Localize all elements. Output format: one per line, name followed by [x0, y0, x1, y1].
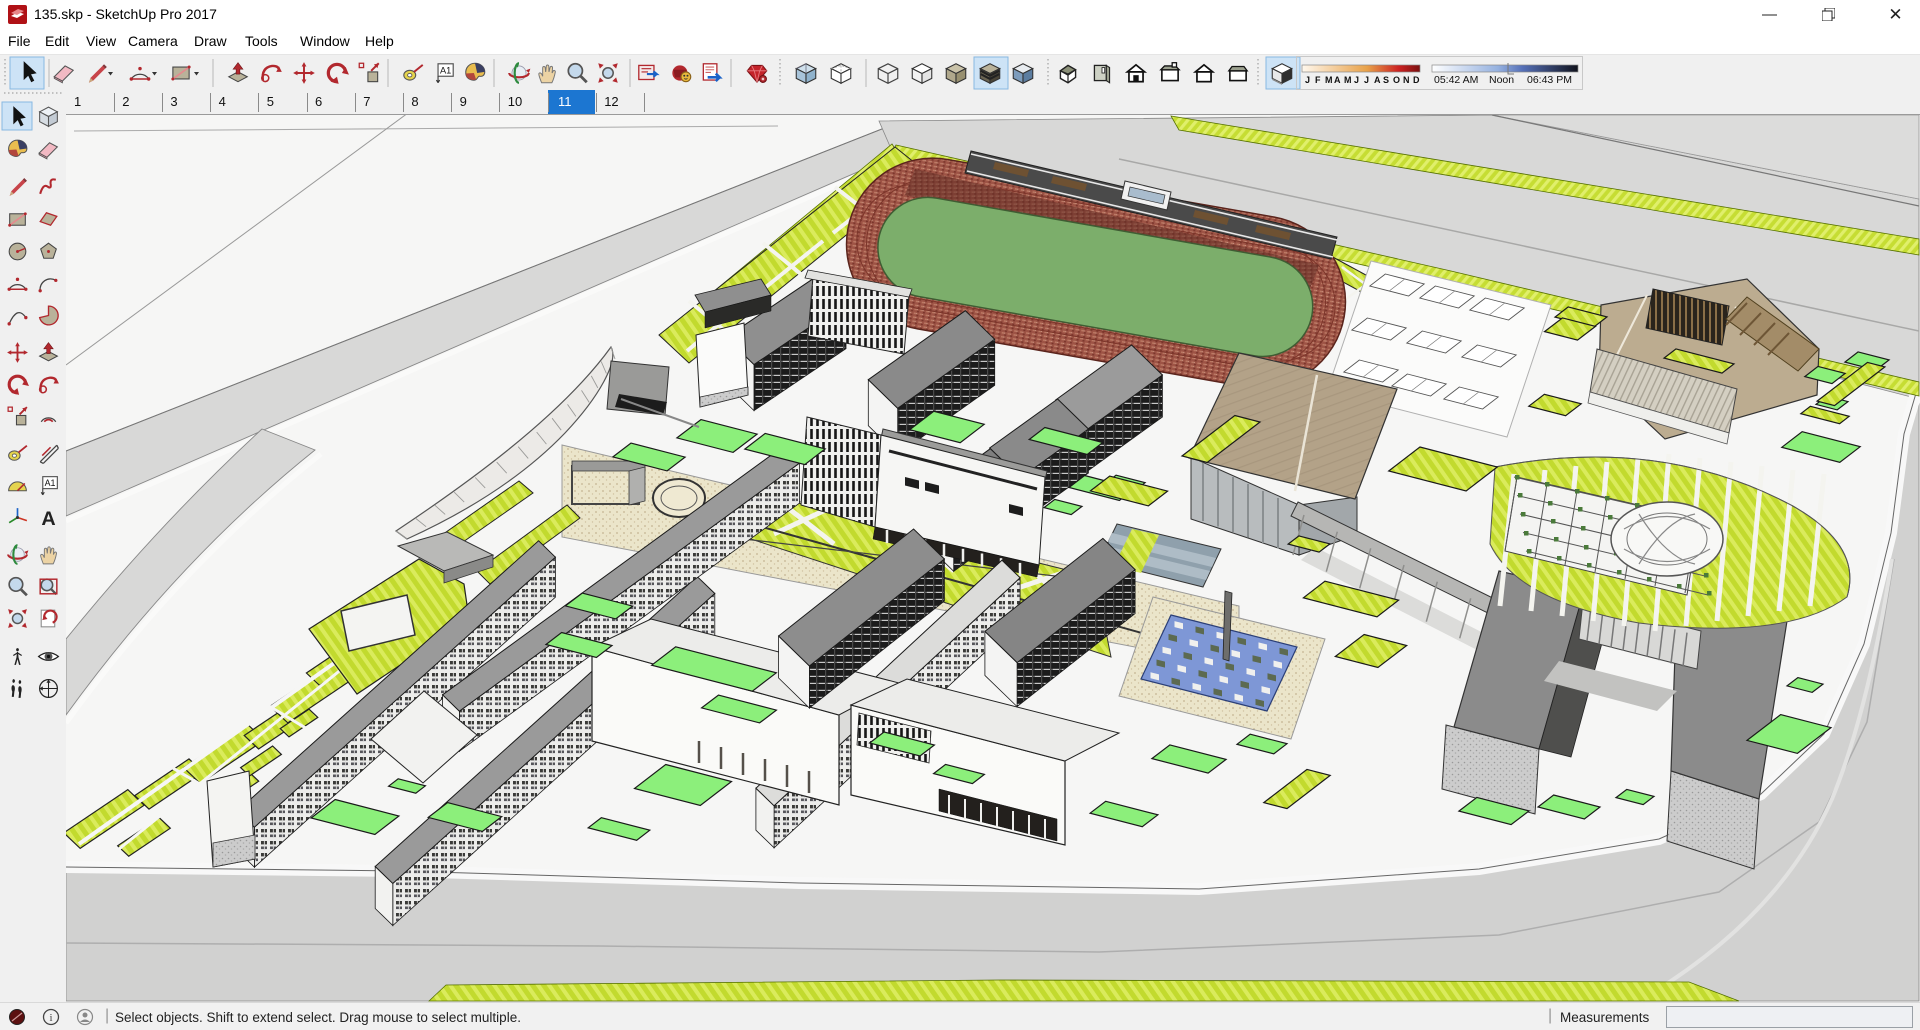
svg-text:M: M: [1344, 75, 1352, 85]
svg-text:S: S: [1383, 75, 1389, 85]
svg-text:06:43 PM: 06:43 PM: [1527, 74, 1572, 86]
svg-text:A: A: [1334, 75, 1341, 85]
svg-text:Noon: Noon: [1489, 74, 1514, 86]
svg-text:J: J: [1354, 75, 1359, 85]
svg-text:A: A: [1374, 75, 1381, 85]
svg-text:D: D: [1413, 75, 1420, 85]
svg-text:O: O: [1393, 75, 1400, 85]
svg-text:M: M: [1325, 75, 1333, 85]
svg-text:J: J: [1364, 75, 1369, 85]
svg-text:N: N: [1403, 75, 1410, 85]
svg-text:F: F: [1315, 75, 1321, 85]
svg-text:J: J: [1305, 75, 1310, 85]
svg-text:05:42 AM: 05:42 AM: [1434, 74, 1478, 86]
svg-text:i: i: [49, 1012, 52, 1024]
